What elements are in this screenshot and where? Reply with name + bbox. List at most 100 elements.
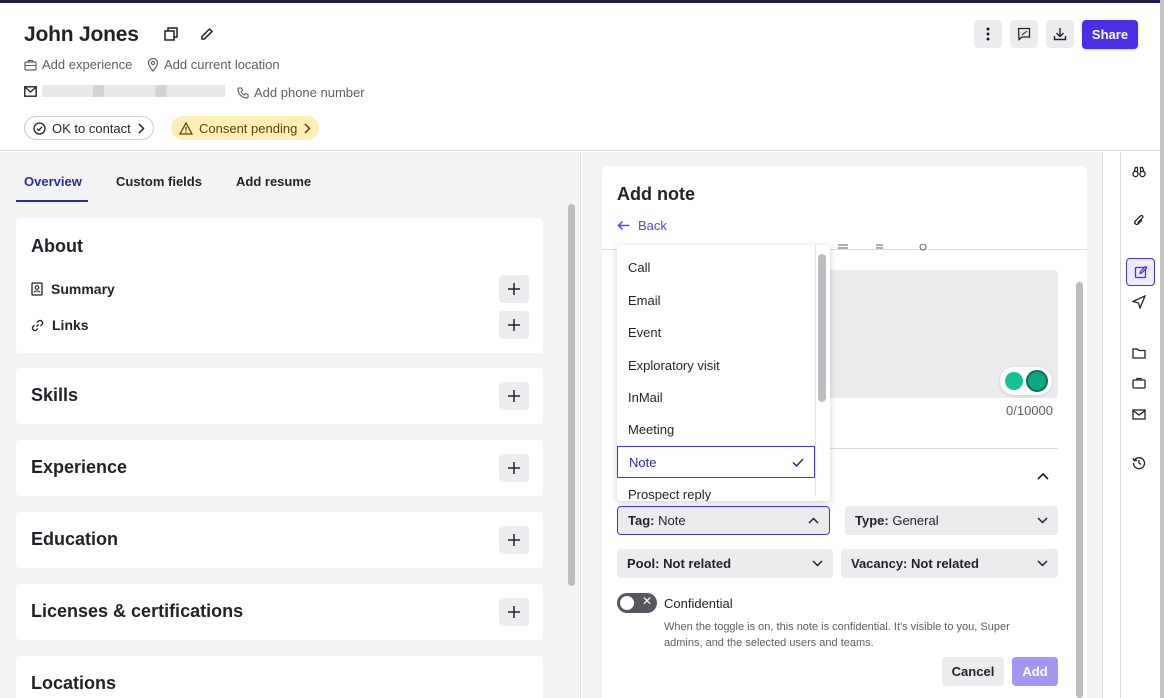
pool-select[interactable]: Pool: Not related: [617, 549, 833, 578]
tab-add-resume[interactable]: Add resume: [236, 174, 311, 189]
tab-overview[interactable]: Overview: [24, 174, 82, 189]
chevron-down-icon: [1037, 517, 1048, 524]
grammarly-widget[interactable]: [1000, 367, 1052, 395]
plus-icon: [508, 534, 520, 546]
plus-icon: [508, 390, 520, 402]
ok-to-contact-label: OK to contact: [52, 120, 131, 136]
arrow-left-icon: [617, 220, 630, 231]
dropdown-scrollbar[interactable]: [818, 254, 826, 402]
confidential-toggle[interactable]: ✕: [617, 593, 657, 613]
tag-select[interactable]: Tag: Note: [617, 506, 830, 535]
links-label: Links: [52, 317, 89, 333]
tag-option-inmail[interactable]: InMail: [617, 381, 815, 413]
list-icon[interactable]: [838, 244, 848, 252]
back-link[interactable]: Back: [617, 218, 667, 233]
editor-toolbar[interactable]: [838, 243, 928, 255]
email-row: [24, 85, 225, 97]
experience-card: Experience: [16, 440, 543, 496]
add-experience-button[interactable]: [499, 454, 529, 482]
redacted-email: [42, 85, 225, 97]
education-title: Education: [31, 529, 119, 549]
left-pane-scrollbar[interactable]: [568, 204, 575, 586]
tag-option-exploratory-visit[interactable]: Exploratory visit: [617, 349, 815, 381]
send-icon[interactable]: [1130, 293, 1148, 311]
check-circle-icon: [33, 121, 46, 135]
ok-to-contact-chip[interactable]: OK to contact: [24, 116, 154, 140]
download-button[interactable]: [1046, 20, 1074, 48]
share-button[interactable]: Share: [1082, 20, 1138, 49]
briefcase-icon[interactable]: [1130, 374, 1148, 392]
cancel-button[interactable]: Cancel: [942, 657, 1004, 686]
note-edit-icon[interactable]: [1126, 258, 1155, 286]
link-icon[interactable]: [918, 244, 928, 252]
vacancy-select[interactable]: Vacancy: Not related: [841, 549, 1058, 578]
tag-option-email[interactable]: Email: [617, 284, 815, 316]
plus-icon: [508, 283, 520, 295]
add-summary-button[interactable]: [499, 275, 529, 303]
type-select-value: General: [892, 513, 939, 528]
chevron-down-icon: [812, 560, 823, 567]
tag-option-event[interactable]: Event: [617, 316, 815, 348]
checkmark-icon: [792, 457, 804, 467]
active-tab-indicator: [16, 200, 88, 202]
add-link-button[interactable]: [499, 311, 529, 339]
locations-card: Locations: [16, 656, 543, 698]
about-title: About: [31, 236, 83, 256]
close-icon: ✕: [641, 594, 652, 608]
add-phone-label: Add phone number: [254, 85, 365, 100]
vacancy-select-value: Not related: [911, 556, 979, 571]
page-scrollbar[interactable]: [1160, 0, 1164, 698]
tag-option-prospect-reply[interactable]: Prospect reply: [617, 478, 815, 502]
consent-pending-chip[interactable]: Consent pending: [171, 116, 320, 140]
skills-card: Skills: [16, 368, 543, 424]
add-location-label: Add current location: [164, 57, 280, 72]
warning-icon: [179, 121, 193, 135]
chevron-up-icon[interactable]: [1034, 467, 1052, 485]
add-button[interactable]: Add: [1012, 657, 1058, 686]
download-icon: [1053, 27, 1067, 41]
education-card: Education: [16, 512, 543, 568]
candidate-name: John Jones: [24, 23, 139, 46]
add-location-link[interactable]: Add current location: [147, 57, 280, 72]
grammarly-logo-icon[interactable]: [1026, 370, 1048, 392]
pool-select-label: Pool:: [627, 556, 660, 571]
pool-select-value: Not related: [663, 556, 732, 571]
add-note-title: Add note: [617, 184, 695, 204]
tab-custom-fields[interactable]: Custom fields: [116, 174, 202, 189]
feedback-button[interactable]: [1010, 20, 1038, 48]
tag-option-meeting[interactable]: Meeting: [617, 413, 815, 445]
confidential-label: Confidential: [664, 596, 733, 611]
locations-title: Locations: [31, 673, 117, 693]
edit-icon[interactable]: [198, 25, 216, 43]
add-experience-label: Add experience: [42, 57, 133, 72]
links-item: Links: [31, 317, 89, 333]
add-experience-link[interactable]: Add experience: [24, 57, 132, 72]
paperclip-icon[interactable]: [1130, 212, 1148, 230]
folder-icon[interactable]: [1130, 344, 1148, 362]
plus-icon: [508, 462, 520, 474]
numbered-list-icon[interactable]: [873, 244, 884, 252]
add-education-button[interactable]: [499, 526, 529, 554]
type-select[interactable]: Type: General: [845, 506, 1058, 535]
plus-icon: [508, 606, 520, 618]
profile-pane: Overview Custom fields Add resume About …: [0, 152, 581, 698]
back-label: Back: [638, 218, 667, 233]
history-icon[interactable]: [1130, 454, 1148, 472]
tag-option-note[interactable]: Note: [617, 446, 815, 478]
add-skill-button[interactable]: [499, 382, 529, 410]
tag-option-call[interactable]: Call: [617, 251, 815, 283]
summary-label: Summary: [51, 281, 115, 297]
tag-dropdown-menu: Call Email Event Exploratory visit InMai…: [617, 245, 830, 501]
copy-icon[interactable]: [162, 25, 180, 43]
rail-divider: [1102, 152, 1103, 698]
chevron-right-icon: [137, 122, 145, 134]
binoculars-icon[interactable]: [1130, 163, 1148, 181]
mail-icon[interactable]: [1130, 405, 1148, 423]
confidential-help-text: When the toggle is on, this note is conf…: [664, 621, 1010, 649]
more-options-button[interactable]: [974, 20, 1002, 48]
add-phone-link[interactable]: Add phone number: [237, 85, 365, 100]
note-panel-scrollbar[interactable]: [1076, 282, 1083, 698]
grammarly-suggestion-icon[interactable]: [1005, 372, 1023, 390]
link-icon: [31, 319, 44, 332]
add-license-button[interactable]: [499, 598, 529, 626]
